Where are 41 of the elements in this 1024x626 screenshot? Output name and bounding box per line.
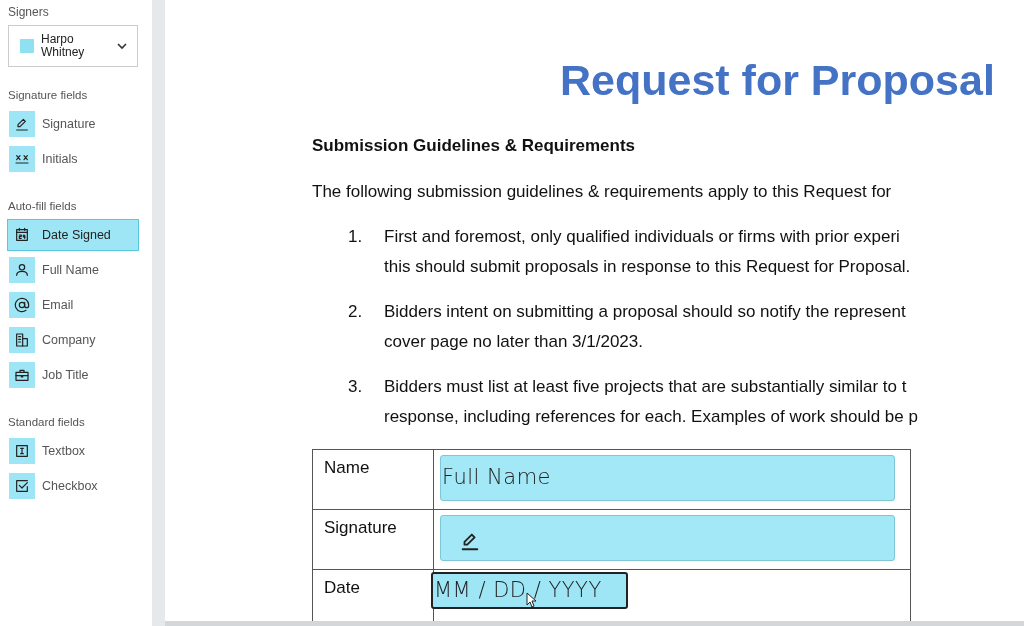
date-field[interactable]: MM / DD / YYYY [431,572,628,609]
table-cell: Name [313,450,434,509]
sidebar-field-item[interactable]: Textbox [7,435,139,467]
section-label: Auto-fill fields [8,199,78,212]
list-number: 2. [348,301,364,323]
section-label: Standard fields [8,415,86,428]
sidebar-field-item[interactable]: Email [7,289,139,321]
sidebar-field-item[interactable]: Signature [7,108,139,140]
checkbox-icon [9,473,35,499]
list-number: 1. [348,226,364,248]
briefcase-icon [9,362,35,388]
table-cell: Signature [313,510,434,569]
paragraph: The following submission guidelines & requirements apply to this Request for [312,181,892,203]
list-item-text: cover page no later than 3/1/2023. [384,331,643,353]
text-field-icon [9,438,35,464]
at-sign-icon [9,292,35,318]
signer-dropdown[interactable]: Harpo Whitney [8,25,138,67]
sidebar-field-item[interactable]: Initials [7,143,139,175]
section-heading: Submission Guidelines & Requirements [312,135,636,157]
list-number: 3. [348,376,364,398]
person-icon [9,257,35,283]
section-label: Signers [8,4,50,19]
sidebar-field-item[interactable]: Checkbox [7,470,139,502]
list-item-text: Bidders intent on submitting a proposal should so notify the represent [384,301,906,323]
list-item-text: this should submit proposals in response to this Request for Proposal. [384,256,911,278]
sidebar-field-item[interactable]: Job Title [7,359,139,391]
document-title: Request for Proposal [559,55,995,106]
initials-icon [9,146,35,172]
sidebar-field-item[interactable]: Date Signed [7,219,139,251]
sidebar-field-item[interactable]: Full Name [7,254,139,286]
pencil-icon [9,111,35,137]
list-item-text: Bidders must list at least five projects that are substantially similar to t [384,376,907,398]
signature-field[interactable] [440,515,895,561]
scrollbar[interactable] [165,621,1024,626]
name-field[interactable]: Full Name [440,455,895,501]
list-item-text: First and foremost, only qualified individuals or firms with prior experi [384,226,900,248]
sidebar-field-item[interactable]: Company [7,324,139,356]
section-label: Signature fields [8,88,89,101]
list-item-text: response, including references for each. Examples of work should be p [384,406,918,428]
building-icon [9,327,35,353]
chevron-down-icon [117,42,127,50]
